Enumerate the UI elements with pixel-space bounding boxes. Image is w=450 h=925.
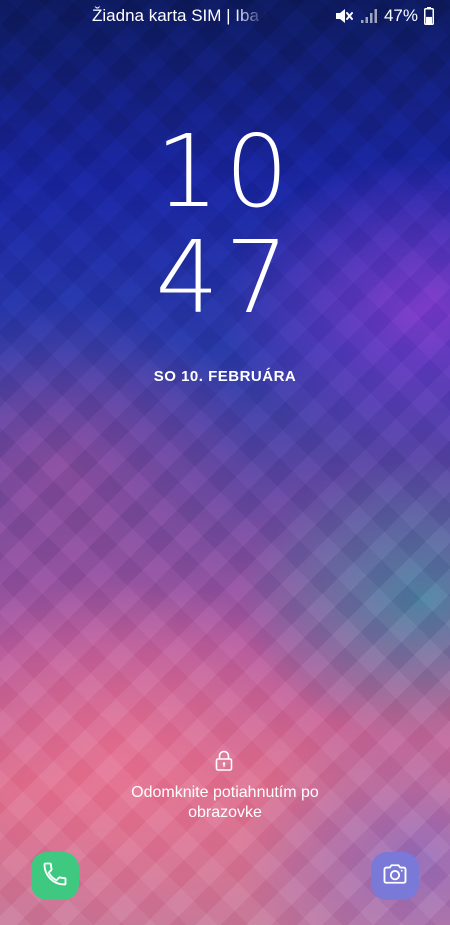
signal-icon	[360, 8, 378, 24]
battery-percent: 47%	[383, 6, 418, 25]
unlock-hint-line2: obrazovke	[188, 804, 262, 821]
mute-icon	[334, 7, 354, 25]
lock-icon	[214, 750, 234, 777]
phone-shortcut-button[interactable]	[31, 852, 79, 900]
battery-icon	[424, 7, 434, 25]
carrier-text: Žiadna karta SIM | Iba tiesňové volania	[92, 6, 266, 25]
clock-minutes: 47	[155, 219, 295, 336]
clock-hours: 10	[155, 113, 295, 230]
camera-icon	[381, 860, 409, 893]
unlock-hint[interactable]: Odomknite potiahnutím po obrazovke	[95, 783, 355, 823]
phone-icon	[41, 860, 69, 893]
status-icons: 47%	[334, 6, 434, 26]
lockscreen-date: SO 10. FEBRUÁRA	[153, 368, 297, 385]
camera-shortcut-button[interactable]	[371, 852, 419, 900]
unlock-hint-line1: Odomknite potiahnutím po	[131, 784, 319, 801]
status-bar: Žiadna karta SIM | Iba tiesňové volania …	[0, 0, 450, 32]
